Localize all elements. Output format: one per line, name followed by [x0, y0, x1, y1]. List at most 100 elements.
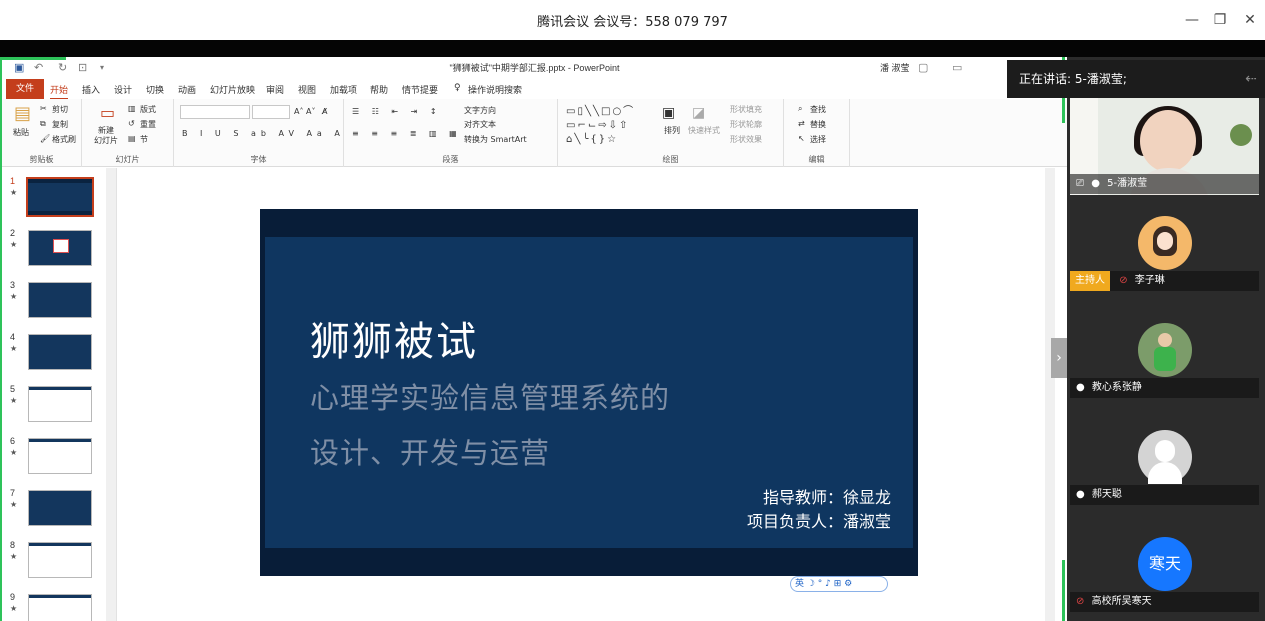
slide-advisor[interactable]: 指导教师：徐显龙 — [763, 484, 891, 508]
new-slide-button-line2[interactable]: 幻灯片 — [94, 135, 118, 146]
next-page-arrow-icon[interactable]: › — [1051, 338, 1067, 378]
shape-outline-button[interactable]: 形状轮廓 — [730, 119, 762, 130]
thumbnails-scrollbar[interactable] — [106, 168, 116, 621]
quick-styles-button[interactable]: 快速样式 — [688, 125, 720, 136]
tab-view[interactable]: 视图 — [298, 83, 316, 96]
participant-tile[interactable]: ● 郝天聪 — [1070, 422, 1259, 529]
lightbulb-icon[interactable]: ♀ — [454, 83, 461, 93]
select-button[interactable]: 选择 — [810, 134, 826, 145]
section-icon[interactable]: ▤ — [128, 134, 136, 143]
arrange-icon[interactable]: ▣ — [662, 105, 675, 121]
avatar-body — [1154, 347, 1176, 371]
drawing-group-label: 绘图 — [662, 155, 679, 164]
slide-thumbnail-9[interactable] — [28, 594, 92, 621]
font-format-icons[interactable]: B I U S ab AV Aa A — [182, 129, 345, 138]
participant-tile[interactable]: 寒天 ⊘ 高校所吴寒天 — [1070, 529, 1259, 621]
slide-thumbnail-1[interactable] — [26, 177, 94, 217]
shapes-gallery[interactable]: ▭▯╲╲□○⌒ ▭⌐⌙⇨⇩⇧ ⌂╲╰{}☆ — [566, 105, 658, 149]
cut-icon[interactable]: ✂ — [40, 104, 47, 113]
replace-icon[interactable]: ⇄ — [798, 119, 805, 128]
tab-help[interactable]: 帮助 — [370, 83, 388, 96]
tab-animations[interactable]: 动画 — [178, 83, 196, 96]
avatar-head — [1155, 440, 1175, 462]
slide-project-lead[interactable]: 项目负责人：潘淑莹 — [747, 508, 891, 532]
quick-styles-icon[interactable]: ◪ — [692, 105, 705, 121]
thumb-number: 3 — [10, 280, 16, 290]
maximize-button[interactable]: ❐ — [1208, 8, 1232, 32]
ppt-ribbon: ▤ 粘贴 ✂ 剪切 ⧉ 复制 🖌 格式刷 剪贴板 ▭ 新建 幻灯片 ▥ 版式 ↺… — [2, 99, 1067, 167]
new-slide-icon[interactable]: ▭ — [100, 103, 115, 122]
list-icons[interactable]: ☰ ☷ ⇤ ⇥ ↕ — [352, 107, 442, 116]
arrange-button[interactable]: 排列 — [664, 125, 680, 136]
reset-button[interactable]: 重置 — [140, 119, 156, 130]
editing-group-label: 编辑 — [808, 155, 825, 164]
slide-thumbnail-8[interactable] — [28, 542, 92, 578]
slide-title[interactable]: 狮狮被试 — [310, 309, 478, 367]
group-clipboard: ▤ 粘贴 ✂ 剪切 ⧉ 复制 🖌 格式刷 剪贴板 — [2, 99, 82, 167]
slide-bottom-band — [260, 548, 918, 576]
slide-thumbnail-7[interactable] — [28, 490, 92, 526]
align-text-button[interactable]: 对齐文本 — [464, 119, 496, 130]
tab-insert[interactable]: 插入 — [82, 83, 100, 96]
slide-scrollbar[interactable] — [1045, 168, 1055, 621]
smartart-button[interactable]: 转换为 SmartArt — [464, 134, 527, 145]
current-slide[interactable]: 狮狮被试 心理学实验信息管理系统的 设计、开发与运营 指导教师：徐显龙 项目负责… — [260, 209, 918, 576]
close-button[interactable]: ✕ — [1238, 8, 1262, 32]
ppt-user-name[interactable]: 潘 淑莹 — [880, 61, 910, 74]
tab-storyboarding[interactable]: 情节提要 — [402, 83, 438, 96]
participant-name: 教心系张静 — [1091, 382, 1142, 393]
participant-tile[interactable]: 主持人 ⊘ 李子琳 — [1070, 208, 1259, 315]
video-person — [1140, 110, 1196, 172]
ribbon-display-icon[interactable]: ▭ — [952, 61, 962, 74]
ime-toolbar[interactable]: 英 ☽ ° ♪ ⊞ ⚙ — [790, 576, 888, 592]
paste-icon[interactable]: ▤ — [14, 103, 31, 124]
alignment-icons[interactable]: ≡ ≡ ≡ ≣ ▥ ▦ — [352, 129, 462, 138]
slide-thumbnail-3[interactable] — [28, 282, 92, 318]
slide-thumbnail-2[interactable] — [28, 230, 92, 266]
slide-thumbnail-4[interactable] — [28, 334, 92, 370]
slide-subtitle-line1[interactable]: 心理学实验信息管理系统的 — [310, 375, 670, 417]
grow-font-icon[interactable]: A˄ A˅ — [294, 107, 316, 116]
shape-fill-button[interactable]: 形状填充 — [730, 104, 762, 115]
participant-label: ⊘ 高校所吴寒天 — [1070, 592, 1259, 612]
find-icon[interactable]: ⌕ — [798, 104, 802, 114]
replace-button[interactable]: 替换 — [810, 119, 826, 130]
tab-design[interactable]: 设计 — [114, 83, 132, 96]
format-painter-icon[interactable]: 🖌 — [40, 134, 50, 143]
font-family-combo[interactable] — [180, 105, 250, 119]
tell-me-search[interactable]: 操作说明搜索 — [468, 83, 522, 96]
mic-muted-icon: ⊘ — [1119, 275, 1128, 286]
copy-button[interactable]: 复制 — [52, 119, 68, 130]
tab-slideshow[interactable]: 幻灯片放映 — [210, 83, 255, 96]
slide-thumbnail-6[interactable] — [28, 438, 92, 474]
thumb-image — [53, 239, 69, 253]
text-direction-button[interactable]: 文字方向 — [464, 105, 496, 116]
group-editing: ⌕ 查找 ⇄ 替换 ↖ 选择 编辑 — [784, 99, 850, 167]
copy-icon[interactable]: ⧉ — [40, 119, 46, 129]
layout-icon[interactable]: ▥ — [128, 104, 136, 113]
minimize-button[interactable]: — — [1180, 8, 1204, 32]
layout-button[interactable]: 版式 — [140, 104, 156, 115]
tab-review[interactable]: 审阅 — [266, 83, 284, 96]
clear-format-icon[interactable]: A̸ — [322, 107, 327, 116]
tab-file[interactable]: 文件 — [6, 79, 44, 99]
shape-effects-button[interactable]: 形状效果 — [730, 134, 762, 145]
participant-tile[interactable]: ● 教心系张静 — [1070, 315, 1259, 422]
select-icon[interactable]: ↖ — [798, 134, 805, 143]
share-border — [1062, 560, 1065, 621]
user-avatar-icon[interactable]: ▢ — [918, 61, 928, 74]
font-size-combo[interactable] — [252, 105, 290, 119]
paste-button[interactable]: 粘贴 — [13, 127, 29, 138]
tab-home[interactable]: 开始 — [50, 83, 69, 100]
avatar: 寒天 — [1138, 537, 1192, 591]
reset-icon[interactable]: ↺ — [128, 119, 135, 128]
tab-addins[interactable]: 加载项 — [330, 83, 357, 96]
collapse-panel-icon[interactable]: ⇠ — [1245, 60, 1257, 98]
tab-transitions[interactable]: 切换 — [146, 83, 164, 96]
slide-thumbnail-5[interactable] — [28, 386, 92, 422]
slide-subtitle-line2[interactable]: 设计、开发与运营 — [310, 430, 550, 472]
cut-button[interactable]: 剪切 — [52, 104, 68, 115]
find-button[interactable]: 查找 — [810, 104, 826, 115]
format-painter-button[interactable]: 格式刷 — [52, 134, 76, 145]
section-button[interactable]: 节 — [140, 134, 148, 145]
